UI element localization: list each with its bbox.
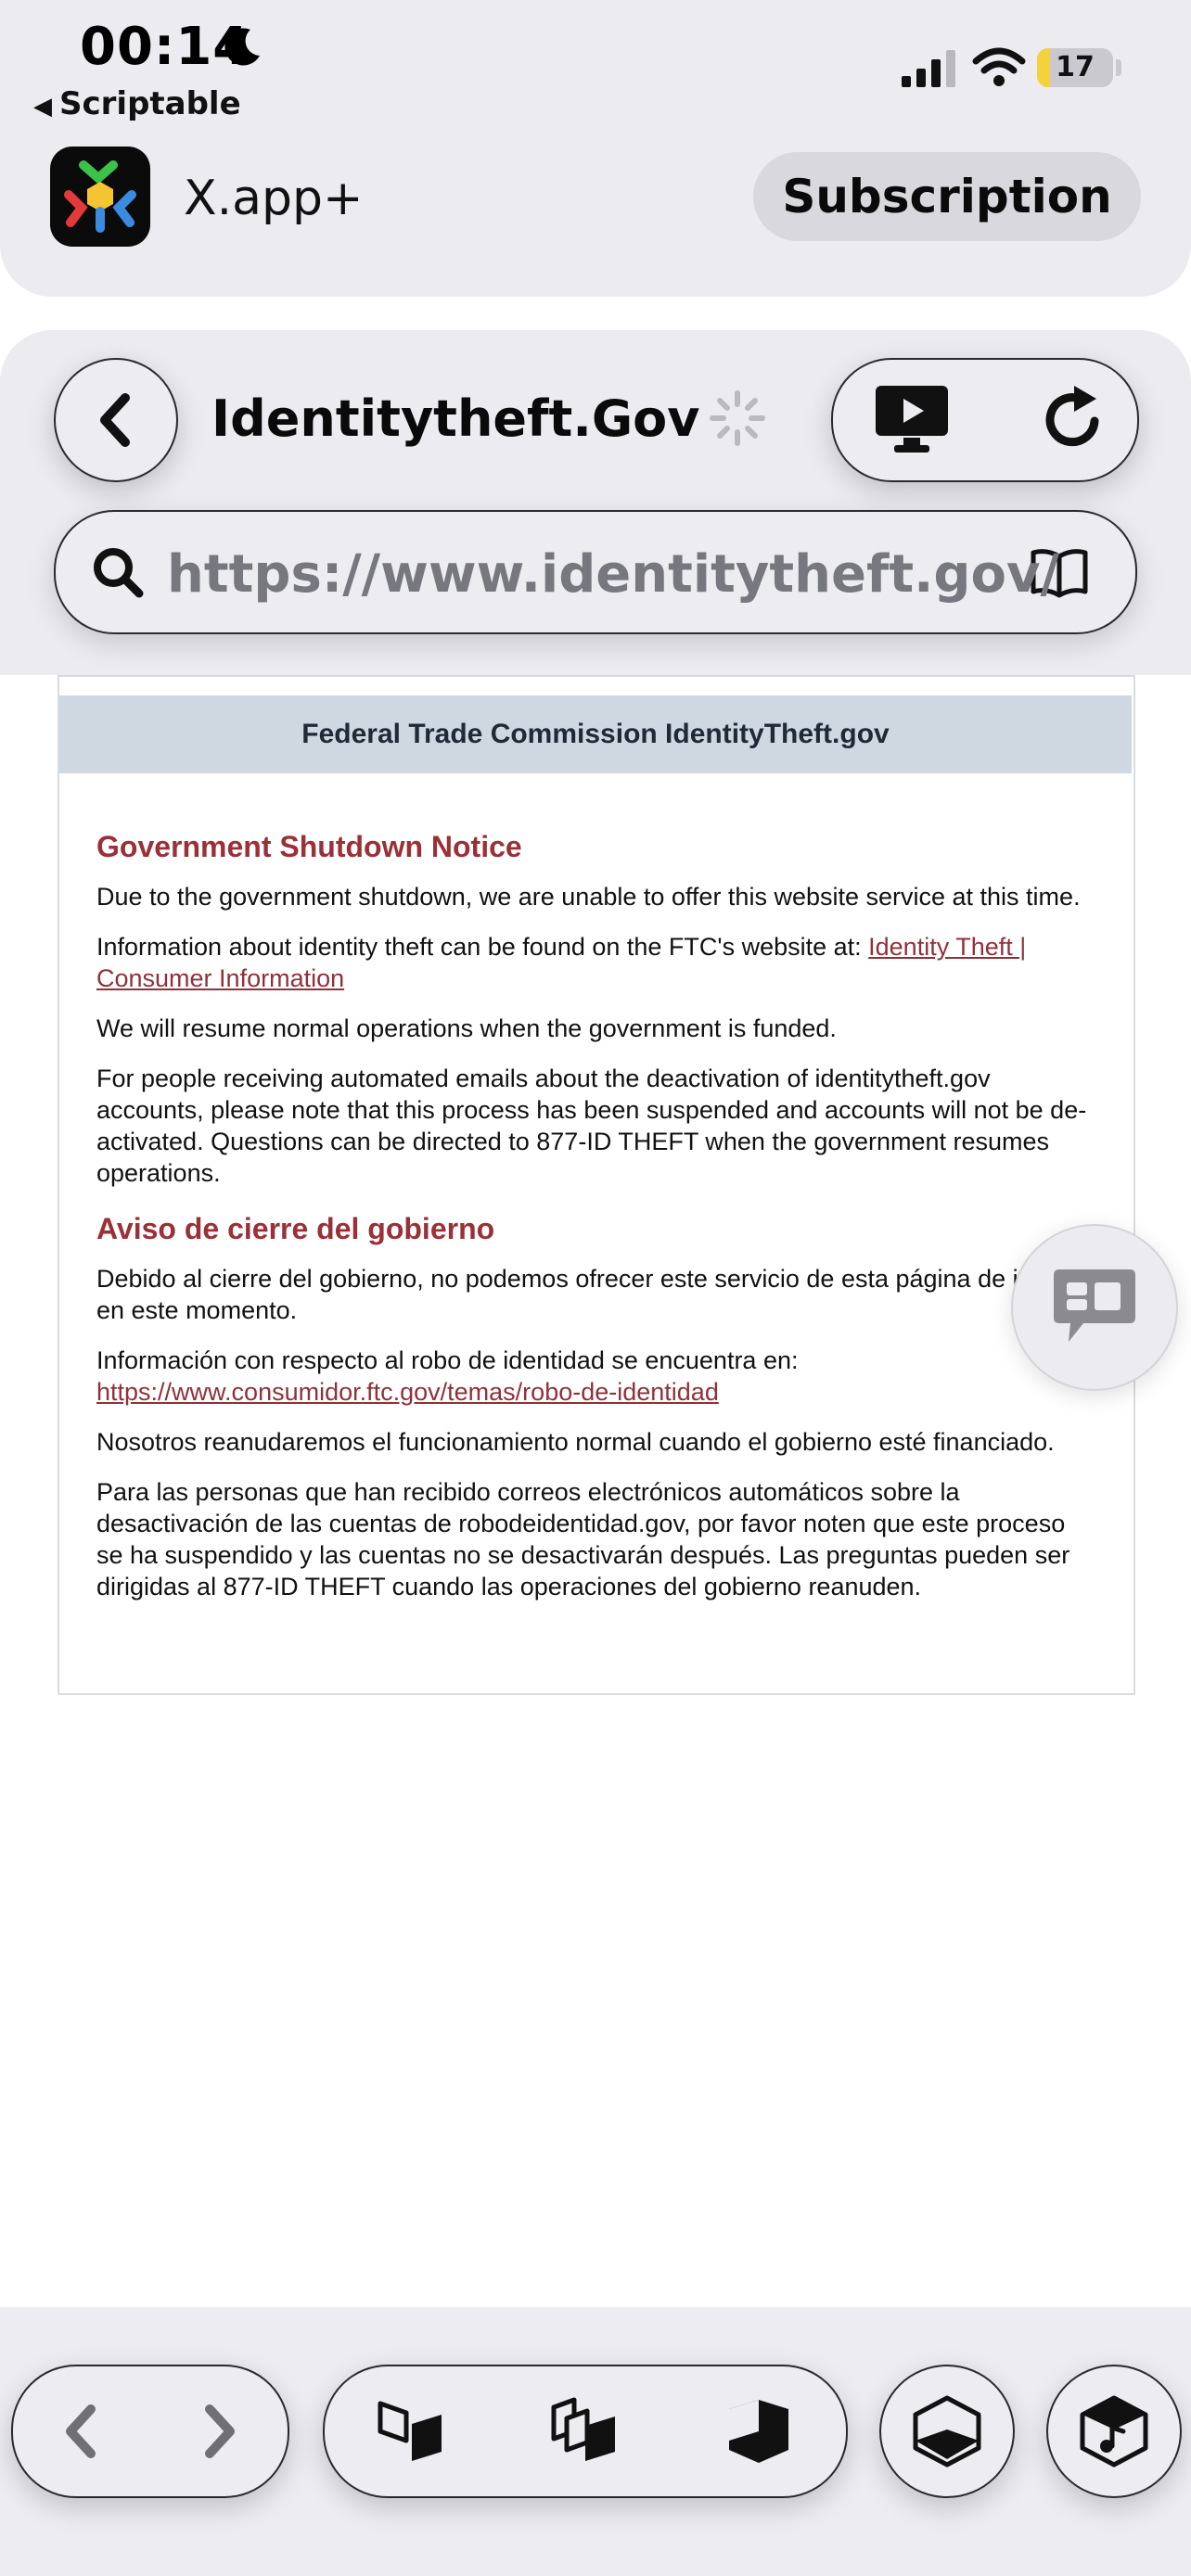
back-app-label: Scriptable — [59, 85, 241, 122]
back-button[interactable] — [54, 358, 178, 482]
battery-level: 17 — [1056, 51, 1095, 83]
page-title: Identitytheft.Gov — [211, 389, 700, 448]
wifi-icon — [972, 47, 1026, 86]
chevron-left-icon[interactable] — [61, 2402, 102, 2461]
spinner-icon — [710, 390, 765, 446]
back-to-app-link[interactable]: ◀ Scriptable — [33, 85, 241, 122]
layers-icon — [913, 2395, 981, 2468]
english-p1: Due to the government shutdown, we are u… — [96, 883, 1081, 911]
tab-cube-icon[interactable] — [722, 2394, 796, 2468]
ftc-banner: Federal Trade Commission IdentityTheft.g… — [59, 695, 1132, 773]
spanish-p2: Información con respecto al robo de iden… — [96, 1345, 1096, 1408]
spanish-p1: Debido al cierre del gobierno, no podemo… — [96, 1265, 1096, 1324]
english-p3: We will resume normal operations when th… — [96, 1014, 837, 1042]
notice-content: Government Shutdown Notice Due to the go… — [96, 831, 1096, 1621]
search-icon — [94, 548, 144, 598]
puzzle-logo-icon — [64, 160, 136, 233]
history-nav — [11, 2365, 289, 2498]
tab-tools — [323, 2365, 848, 2498]
spanish-heading: Aviso de cierre del gobierno — [96, 1212, 495, 1245]
back-triangle-icon: ◀ — [33, 93, 52, 121]
spanish-p3: Nosotros reanudaremos el funcionamiento … — [96, 1428, 1055, 1456]
chevron-right-icon[interactable] — [198, 2402, 239, 2461]
music-button[interactable] — [1046, 2365, 1182, 2498]
app-name: X.app+ — [184, 171, 364, 226]
music-cube-icon — [1080, 2395, 1148, 2468]
chat-button[interactable] — [1011, 1224, 1178, 1391]
chat-bubble-icon — [1054, 1269, 1135, 1342]
tv-play-icon[interactable] — [872, 382, 952, 456]
spanish-p2-prefix: Información con respecto al robo de iden… — [96, 1346, 799, 1374]
cellular-signal-icon — [902, 50, 955, 87]
subscription-button[interactable]: Subscription — [753, 152, 1141, 241]
battery-indicator: 17 — [1037, 48, 1113, 87]
tab-stack-icon[interactable] — [375, 2394, 449, 2468]
spanish-p4: Para las personas que han recibido corre… — [96, 1478, 1070, 1600]
layers-button[interactable] — [879, 2365, 1015, 2498]
moon-icon — [224, 28, 260, 66]
battery-nub — [1116, 59, 1121, 76]
reload-icon[interactable] — [1039, 382, 1109, 456]
chevron-left-icon — [100, 393, 130, 447]
english-heading: Government Shutdown Notice — [96, 830, 522, 863]
english-p2: Information about identity theft can be … — [96, 931, 1096, 994]
app-logo — [50, 147, 150, 247]
english-p4: For people receiving automated emails ab… — [96, 1065, 1087, 1187]
tab-pages-icon[interactable] — [548, 2394, 622, 2468]
media-controls — [831, 358, 1139, 482]
consumidor-link[interactable]: https://www.consumidor.ftc.gov/temas/rob… — [96, 1378, 719, 1406]
english-p2-prefix: Information about identity theft can be … — [96, 933, 869, 961]
url-text[interactable]: https://www.identitytheft.gov/ — [167, 544, 1059, 605]
